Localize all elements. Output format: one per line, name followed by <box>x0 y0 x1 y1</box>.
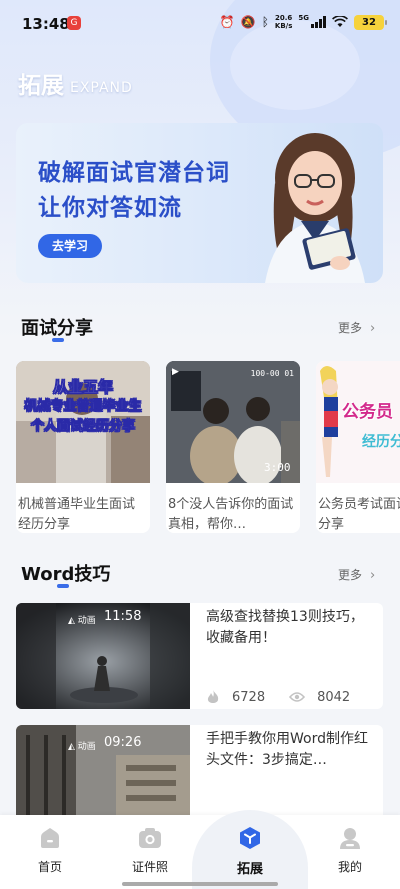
tab-id-photo[interactable]: 证件照 <box>110 826 190 878</box>
mute-icon: 🔕 <box>240 15 256 29</box>
overlay-line: 个人面试经历分享 <box>30 419 136 435</box>
battery-indicator: 32 <box>354 14 387 30</box>
net-speed-value: 20.6 <box>274 14 293 22</box>
status-bar: 13:48 G ⏰ 🔕 ᛒ 20.6 KB/s 5G 32 <box>0 0 400 48</box>
section-underline <box>52 338 64 342</box>
status-icons: ⏰ 🔕 ᛒ 20.6 KB/s 5G 32 <box>219 14 387 30</box>
more-label: 更多 <box>338 568 363 582</box>
home-indicator[interactable] <box>122 882 278 886</box>
home-icon <box>41 828 59 848</box>
alarm-icon: ⏰ <box>219 15 235 29</box>
banner-character-illustration <box>265 133 365 283</box>
tab-home[interactable]: 首页 <box>10 826 90 878</box>
video-thumbnail: 从业五年 机械专业普通毕业生 个人面试经历分享 <box>16 361 150 483</box>
tab-expand[interactable]: 拓展 <box>210 826 290 878</box>
interview-card[interactable]: ▶ 100-00 01 3:00 8个没人告诉你的面试真相，帮你… <box>166 361 300 533</box>
net-speed-unit: KB/s <box>274 22 293 30</box>
card-title: 公务员考试面试经历分享 <box>318 495 400 533</box>
page-title: 拓展 <box>18 73 64 99</box>
page-subtitle: EXPAND <box>70 80 133 96</box>
section-underline <box>57 584 69 588</box>
camera-icon <box>139 828 161 848</box>
thumbnail-timestamp: 100-00 01 <box>250 369 294 378</box>
network-type: 5G <box>298 14 309 22</box>
tab-label: 拓展 <box>236 862 263 877</box>
expand-cube-icon <box>240 827 260 849</box>
signal-icon <box>311 16 326 28</box>
card-title: 8个没人告诉你的面试真相，帮你… <box>168 497 294 532</box>
thumbnail-image <box>16 603 190 709</box>
card-title-text: 公务员考试面试经历分享 <box>318 497 400 532</box>
banner-learn-button[interactable]: 去学习 <box>38 234 102 258</box>
tab-profile[interactable]: 我的 <box>310 826 390 878</box>
item-title: 手把手教你用Word制作红头文件：3步搞定… <box>206 731 368 768</box>
banner-headline-1: 破解面试官潜台词 <box>38 160 230 186</box>
wifi-icon <box>332 16 348 27</box>
bluetooth-icon: ᛒ <box>261 15 269 29</box>
interview-card[interactable]: 公务员 经历分 公务员考试面试经历分享 <box>316 361 400 533</box>
like-count: 6728 <box>232 689 266 705</box>
video-thumbnail: ▶ 100-00 01 3:00 <box>166 361 300 483</box>
overlay-line: 从业五年 <box>52 378 114 397</box>
interview-card[interactable]: 从业五年 机械专业普通毕业生 个人面试经历分享 机械普通毕业生面试经历分享 <box>16 361 150 533</box>
interview-more-link[interactable]: 更多 › <box>338 319 375 336</box>
app-notification-icon: G <box>67 16 81 30</box>
view-count: 8042 <box>317 689 351 705</box>
thumbnail-overlay-text: 公务员 <box>342 402 393 422</box>
thumbnail-time: 09:26 <box>104 735 142 750</box>
thumbnail-image <box>316 361 400 483</box>
tab-label: 证件照 <box>131 860 168 874</box>
net-speed: 20.6 KB/s <box>275 14 292 30</box>
chevron-right-icon: › <box>370 321 376 336</box>
section-title-interview: 面试分享 <box>21 318 93 339</box>
word-tip-item[interactable]: ◭ 动画 11:58 高级查找替换13则技巧，收藏备用！ 6728 8042 <box>16 603 383 709</box>
overlay-line: 机械专业普通毕业生 <box>24 399 142 415</box>
profile-icon <box>340 828 360 849</box>
banner-headline-2: 让你对答如流 <box>38 195 182 221</box>
clock-widget-icon: ◭ 动画 <box>68 742 96 752</box>
chevron-right-icon: › <box>370 568 376 583</box>
section-title-word: Word技巧 <box>21 564 111 585</box>
video-thumbnail: ◭ 动画 11:58 <box>16 603 190 709</box>
card-title: 机械普通毕业生面试经历分享 <box>18 497 136 532</box>
item-title: 高级查找替换13则技巧，收藏备用！ <box>206 609 364 646</box>
thumbnail-overlay-text: 经历分 <box>362 434 400 450</box>
item-stats: 6728 8042 <box>206 689 350 705</box>
status-time: 13:48 <box>22 15 70 33</box>
promo-banner[interactable]: 破解面试官潜台词 让你对答如流 去学习 <box>16 123 383 283</box>
video-thumbnail: 公务员 经历分 <box>316 361 400 483</box>
clock-widget-icon: ◭ 动画 <box>68 616 96 626</box>
fire-icon <box>207 690 219 703</box>
eye-icon <box>289 692 306 702</box>
play-icon: ▶ <box>172 367 179 377</box>
word-more-link[interactable]: 更多 › <box>338 566 375 583</box>
thumbnail-time: 11:58 <box>104 609 142 624</box>
thumbnail-time: 3:00 <box>264 461 291 474</box>
tab-label: 首页 <box>37 860 62 874</box>
tab-label: 我的 <box>337 860 362 874</box>
more-label: 更多 <box>338 321 363 335</box>
thumbnail-overlay-text: 从业五年 机械专业普通毕业生 个人面试经历分享 <box>16 377 150 437</box>
